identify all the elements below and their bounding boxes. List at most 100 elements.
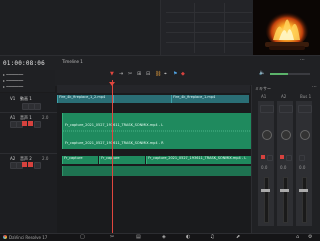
inspector-row-line	[166, 22, 252, 23]
clip-label: Fire_4k_fireplace_1_2.mp4	[59, 95, 106, 99]
flag-icon[interactable]: ⚑	[173, 72, 177, 77]
clip-label: Fr_capture	[101, 156, 120, 160]
inspector-panel	[160, 0, 254, 55]
fader-track[interactable]	[283, 177, 288, 223]
overwrite-icon[interactable]: ⊟	[146, 72, 150, 77]
mixer-channel-label: Bus 1	[300, 94, 312, 99]
home-icon[interactable]: ⌂	[296, 235, 299, 240]
inspector-row-line	[166, 42, 252, 43]
audio-clip[interactable]: Fr_capture	[62, 156, 98, 164]
disable-button[interactable]	[34, 103, 41, 110]
pan-knob[interactable]	[262, 130, 272, 140]
mixer-title: ミキサー	[255, 86, 271, 91]
left-panel-item[interactable]: ▸ ━━━━━━━	[3, 84, 23, 89]
clip-label: Fire_4k_fireplace_1.mp4	[173, 95, 216, 99]
pan-knob[interactable]	[300, 130, 310, 140]
mixer-channel-label: A1	[261, 94, 267, 99]
record-button[interactable]	[34, 121, 41, 128]
left-panel-item[interactable]: ▸ ━━━━━━━	[3, 78, 23, 83]
mute-button[interactable]	[299, 155, 305, 161]
inspector-col-2	[196, 3, 225, 53]
track-name: 動画 1	[20, 96, 32, 101]
clip-label: Fr_capture_2021_0527_193611_TRASK_SONMIX…	[148, 156, 247, 160]
effects-slot[interactable]	[279, 105, 293, 113]
waveform	[63, 130, 251, 132]
playhead[interactable]	[112, 80, 113, 235]
solo-button[interactable]	[22, 162, 27, 167]
mixer-channel-label: A2	[281, 94, 287, 99]
link-icon[interactable]: ⛓	[155, 72, 161, 77]
viewer-preview	[253, 0, 320, 55]
solo-button[interactable]	[267, 155, 273, 161]
inspector-row-line	[166, 12, 252, 13]
inspector-col-1	[166, 3, 195, 53]
page-fairlight-icon[interactable]: ♫	[210, 235, 214, 240]
timeline-options-icon[interactable]: ⋯	[300, 58, 305, 63]
track-header-a1[interactable]: A1 音声 1 2.0	[0, 112, 57, 153]
mute-button[interactable]	[28, 121, 33, 126]
fader-track[interactable]	[264, 177, 269, 223]
page-cut-icon[interactable]: ✂	[110, 235, 114, 240]
track-header-a2[interactable]: A2 音声 2 2.0	[0, 153, 57, 180]
mute-button[interactable]	[280, 155, 284, 159]
zoom-slider-fill	[270, 73, 288, 75]
audio-clip[interactable]: Fr_capture	[99, 156, 145, 164]
track-id: V1	[10, 96, 16, 101]
solo-button[interactable]	[286, 155, 292, 161]
clip-label: Fr_capture	[64, 156, 83, 160]
solo-button[interactable]	[22, 121, 27, 126]
speaker-icon[interactable]: 🔈	[259, 71, 265, 76]
video-clip[interactable]: Fire_4k_fireplace_1_2.mp4	[57, 95, 113, 103]
page-fusion-icon[interactable]: ◈	[162, 235, 166, 240]
mute-button[interactable]	[28, 162, 33, 167]
left-panel: ▸ ━━━━━━━ ▸ ━━━━━━━ ▸ ━━━━━━━	[0, 70, 55, 92]
page-color-icon[interactable]: ◐	[186, 235, 190, 240]
fader-handle[interactable]	[261, 189, 270, 192]
clip-label: Fr_capture_2021_0527_193611_TRASK_SONMIX…	[65, 141, 164, 145]
effects-slot[interactable]	[260, 105, 274, 113]
video-clip[interactable]: Fire_4k_fireplace_1.mp4	[171, 95, 249, 103]
fader-value: 0.0	[280, 165, 287, 170]
effects-slot[interactable]	[298, 105, 312, 113]
audio-clip[interactable]: Fr_capture_2021_0527_193611_TRASK_SONMIX…	[146, 156, 251, 164]
app-name: DaVinci Resolve 17	[9, 235, 48, 240]
track-header-v1[interactable]: V1 動画 1	[0, 95, 57, 113]
marker-icon[interactable]: ◆	[181, 72, 185, 77]
insert-icon[interactable]: ⊞	[137, 72, 141, 77]
page-media-icon[interactable]: ▢	[80, 235, 85, 240]
app-logo-icon	[3, 235, 7, 239]
record-button[interactable]	[34, 162, 41, 169]
playhead-handle[interactable]	[109, 82, 115, 86]
fader-handle[interactable]	[280, 189, 289, 192]
video-clip[interactable]	[113, 95, 171, 103]
settings-icon[interactable]: ⚙	[308, 235, 312, 240]
timecode-display: 01:00:08:06	[3, 60, 45, 67]
track-id: A2	[10, 156, 16, 161]
pan-knob[interactable]	[281, 130, 291, 140]
audio-clip[interactable]	[62, 166, 251, 176]
mixer-options-icon[interactable]: ⋯	[312, 85, 317, 90]
mixer-panel: ミキサー ⋯ A1 A2 Bus 1 0.0 0.0 0.0	[251, 85, 320, 233]
fader-value: 0.0	[299, 165, 306, 170]
mute-button[interactable]	[261, 155, 265, 159]
fader-value: 0.0	[261, 165, 268, 170]
zoom-slider[interactable]	[270, 73, 310, 75]
fader-track[interactable]	[302, 177, 307, 223]
fader-handle[interactable]	[299, 189, 308, 192]
media-pool-panel	[0, 0, 160, 55]
fireplace-image	[253, 0, 320, 55]
track-level: 2.0	[42, 115, 49, 120]
playhead-marker-icon[interactable]: ▼	[110, 72, 114, 77]
inspector-row-line	[166, 32, 252, 33]
track-id: A1	[10, 115, 16, 120]
inspector-col-3	[226, 3, 252, 53]
trim-tool-icon[interactable]: ⇥	[119, 72, 123, 77]
snap-icon[interactable]: ⌖	[164, 72, 167, 77]
timeline-name-label[interactable]: Timeline 1	[62, 59, 83, 64]
page-edit-icon[interactable]: ▤	[136, 235, 141, 240]
left-panel-item[interactable]: ▸ ━━━━━━━	[3, 72, 23, 77]
razor-icon[interactable]: ✂	[128, 72, 132, 77]
audio-clip[interactable]: Fr_capture_2021_0527_193611_TRASK_SONMIX…	[62, 113, 251, 149]
track-level: 2.0	[42, 156, 49, 161]
page-deliver-icon[interactable]: ⬈	[236, 235, 240, 240]
